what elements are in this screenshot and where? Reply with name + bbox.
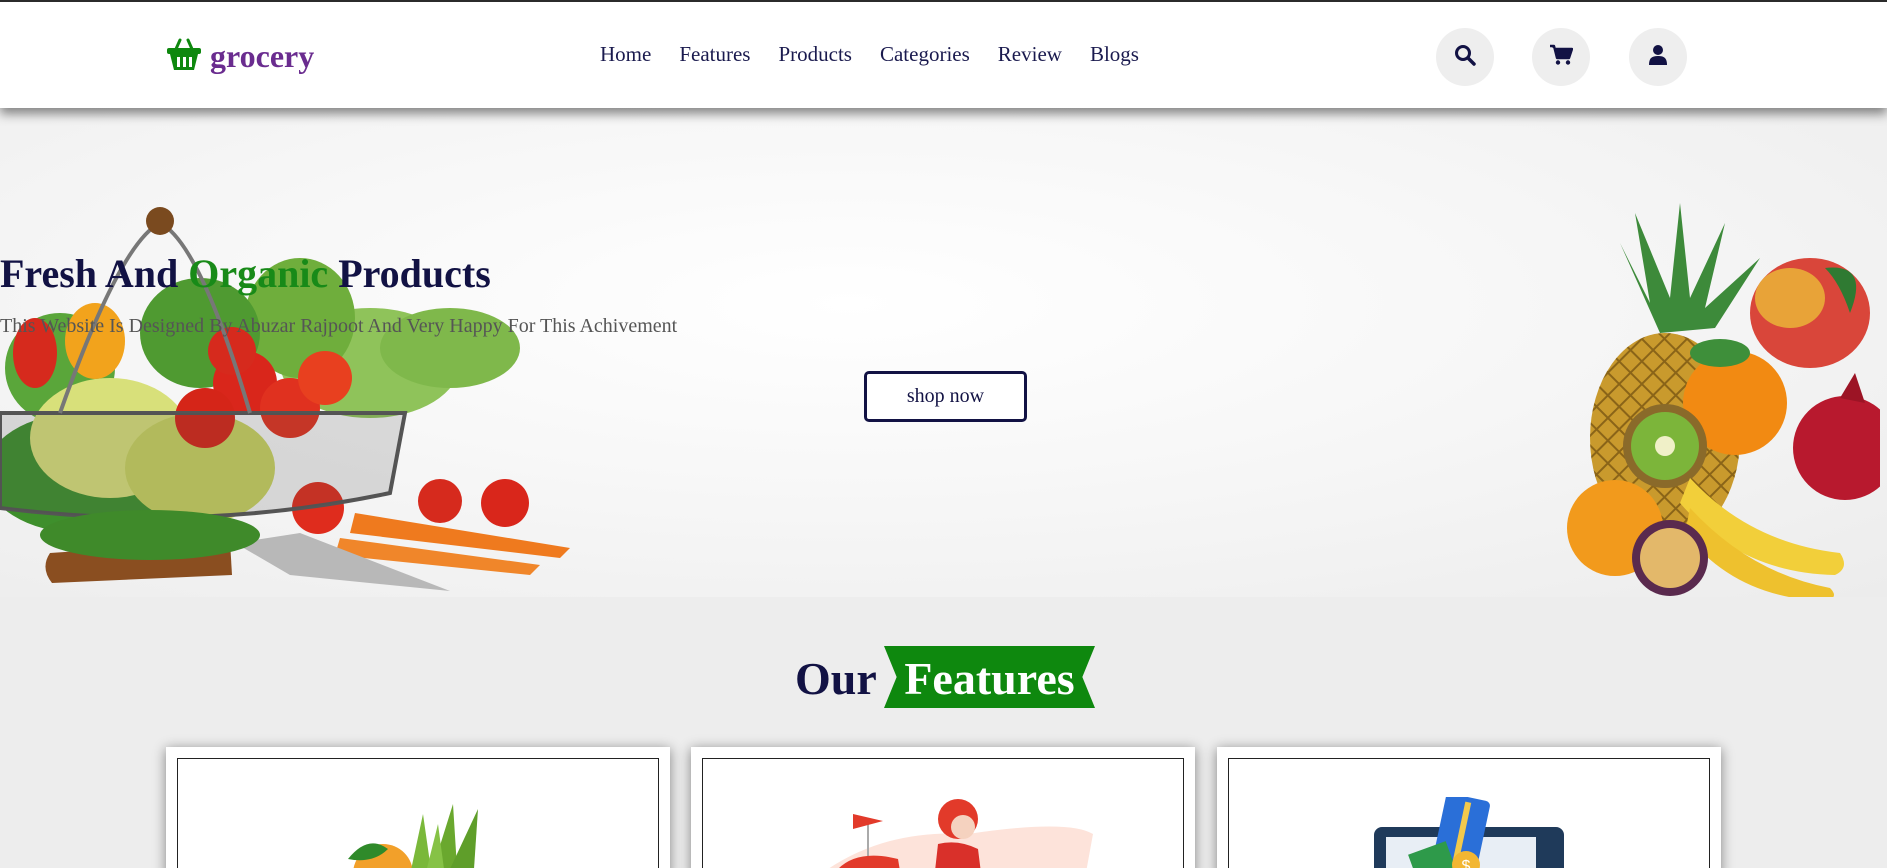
delivery-icon	[808, 789, 1108, 868]
cart-icon	[1549, 44, 1574, 71]
nav-features[interactable]: Features	[679, 42, 750, 67]
search-icon	[1454, 44, 1476, 71]
logo[interactable]: grocery	[166, 36, 314, 76]
nav-categories[interactable]: Categories	[880, 42, 970, 67]
search-button[interactable]	[1436, 28, 1494, 86]
nav-blogs[interactable]: Blogs	[1090, 42, 1139, 67]
hero-banner: Fresh And Organic Products This Website …	[0, 108, 1887, 597]
nav-products[interactable]: Products	[778, 42, 852, 67]
payment-icon: $	[1374, 793, 1574, 868]
hero-title: Fresh And Organic Products	[0, 250, 1887, 297]
feature-card-inner	[177, 758, 659, 868]
hero-title-part2: Products	[338, 251, 491, 296]
shop-now-button[interactable]: shop now	[864, 371, 1027, 422]
main-nav: Home Features Products Categories Review…	[600, 42, 1139, 67]
features-heading: Our Features	[0, 646, 1887, 708]
feature-card: $	[1217, 747, 1721, 868]
feature-card-inner: $	[1228, 758, 1710, 868]
hero-subtitle: This Website Is Designed By Abuzar Rajpo…	[0, 315, 678, 337]
cart-button[interactable]	[1532, 28, 1590, 86]
nav-home[interactable]: Home	[600, 42, 651, 67]
user-button[interactable]	[1629, 28, 1687, 86]
nav-review[interactable]: Review	[998, 42, 1062, 67]
fresh-produce-icon	[328, 794, 528, 868]
basket-icon	[166, 37, 202, 76]
features-heading-ribbon: Features	[904, 653, 1075, 704]
feature-card	[166, 747, 670, 868]
site-header: grocery Home Features Products Categorie…	[0, 0, 1887, 108]
svg-text:$: $	[1462, 858, 1471, 868]
feature-card	[691, 747, 1195, 868]
feature-card-inner	[702, 758, 1184, 868]
user-icon	[1648, 44, 1668, 71]
features-heading-plain: Our	[795, 653, 877, 704]
hero-title-part1: Fresh And	[0, 251, 179, 296]
hero-title-accent: Organic	[188, 251, 329, 296]
logo-text: grocery	[210, 37, 315, 74]
